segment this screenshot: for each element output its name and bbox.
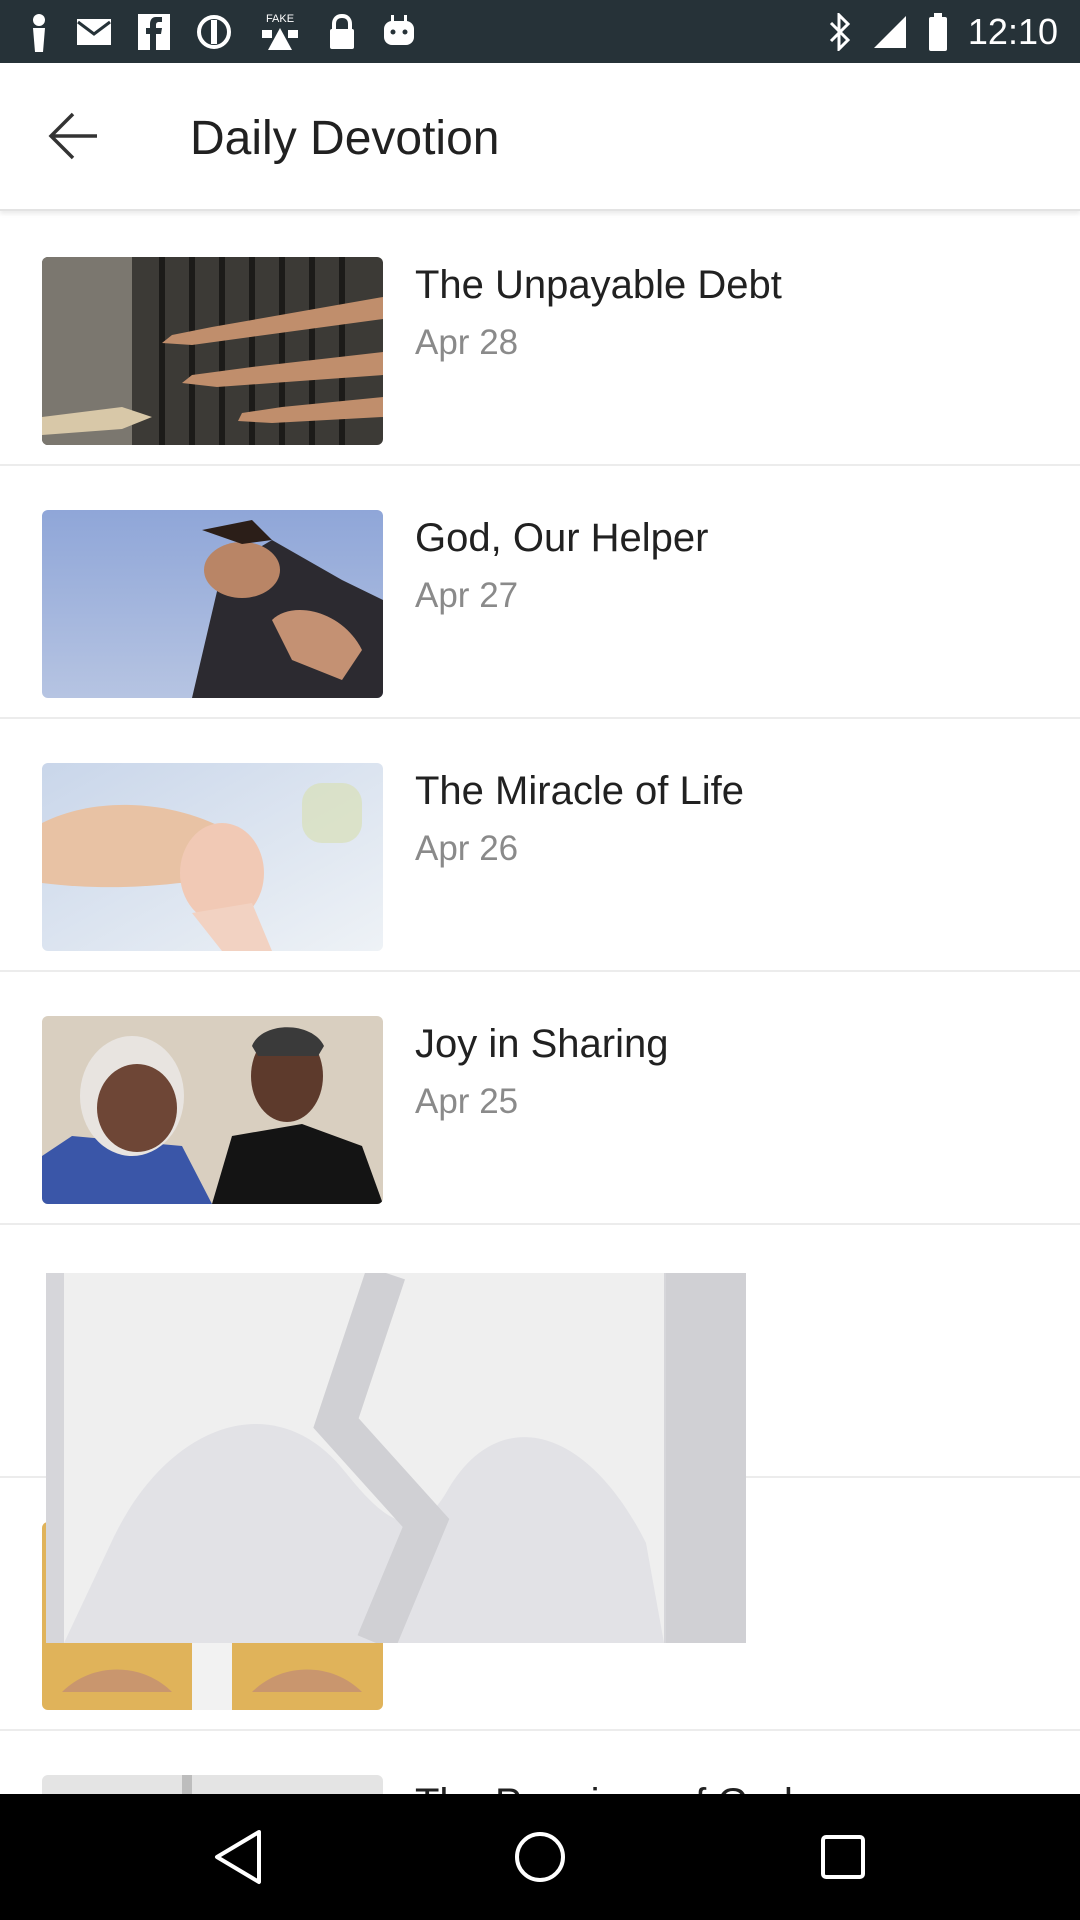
back-triangle-icon — [215, 1830, 261, 1884]
battery-icon — [928, 13, 947, 51]
devotion-title: The Miracle of Life — [415, 769, 745, 813]
devotion-thumbnail — [42, 763, 383, 951]
arrow-back-icon — [48, 112, 97, 160]
devotion-thumbnail — [42, 510, 383, 698]
fake-gps-icon: FAKE — [262, 13, 298, 50]
devotion-list[interactable]: The Unpayable Debt Apr 28 God, Our Helpe… — [0, 211, 1080, 1794]
status-left-icons: FAKE — [28, 8, 416, 56]
svg-text:FAKE: FAKE — [266, 13, 294, 25]
status-right-icons: 12:10 — [828, 8, 1058, 56]
status-time: 12:10 — [967, 11, 1058, 52]
mail-icon — [77, 19, 111, 45]
devotion-date: Apr 28 — [415, 323, 519, 362]
list-item[interactable]: The Unpayable Debt Apr 28 — [0, 211, 1080, 466]
devotion-date: Apr 25 — [415, 1082, 519, 1121]
status-bar: FAKE 12:10 — [0, 0, 1080, 63]
devotion-date: Apr 27 — [415, 576, 519, 615]
image-placeholder — [46, 1266, 746, 1651]
devotion-thumbnail — [42, 257, 383, 445]
signal-icon — [873, 16, 906, 48]
nav-home-button[interactable] — [505, 1822, 575, 1892]
back-button[interactable] — [38, 101, 108, 171]
list-item[interactable]: The Miracle of Life Apr 26 — [0, 717, 1080, 972]
nav-recents-button[interactable] — [808, 1822, 878, 1892]
page-title: Daily Devotion — [190, 112, 500, 165]
list-item[interactable]: God, Our Helper Apr 27 — [0, 464, 1080, 719]
list-item[interactable]: The Promises of God — [0, 1729, 1080, 1794]
android-icon — [384, 15, 414, 45]
notification-icon — [33, 14, 45, 52]
home-circle-icon — [515, 1832, 565, 1882]
facebook-icon — [138, 14, 170, 50]
bluetooth-icon — [829, 13, 851, 51]
devotion-title: Joy in Sharing — [415, 1022, 669, 1066]
list-item[interactable]: Joy in Sharing Apr 25 — [0, 970, 1080, 1225]
broken-image-icon — [46, 1266, 746, 1651]
lock-icon — [330, 14, 354, 49]
devotion-title: The Unpayable Debt — [415, 263, 782, 307]
devotion-title: God, Our Helper — [415, 516, 709, 560]
devotion-thumbnail — [42, 1775, 383, 1794]
devotion-date: Apr 26 — [415, 829, 519, 868]
recents-square-icon — [821, 1835, 865, 1879]
blocked-icon — [197, 15, 231, 49]
nav-back-button[interactable] — [202, 1822, 272, 1892]
app-bar: Daily Devotion — [0, 63, 1080, 211]
devotion-title: The Promises of God — [415, 1781, 793, 1794]
system-nav-bar — [0, 1794, 1080, 1920]
devotion-thumbnail — [42, 1016, 383, 1204]
